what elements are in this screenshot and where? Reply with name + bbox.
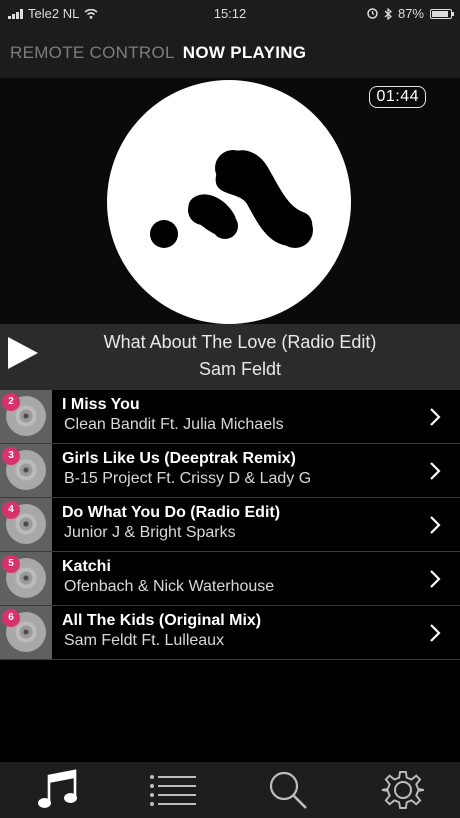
- bottom-tab-bar: [0, 762, 460, 818]
- alarm-icon: [367, 8, 378, 19]
- track-number-badge: 6: [2, 609, 20, 627]
- chevron-right-icon[interactable]: [428, 515, 442, 535]
- status-bar: Tele2 NL 15:12 87%: [0, 0, 460, 28]
- bluetooth-icon: [384, 7, 392, 20]
- list-item[interactable]: 4 Do What You Do (Radio Edit) Junior J &…: [0, 498, 460, 552]
- tab-queue-list[interactable]: [143, 765, 203, 815]
- list-item-artist: Clean Bandit Ft. Julia Michaels: [64, 416, 284, 433]
- list-item-artist: Ofenbach & Nick Waterhouse: [64, 578, 275, 595]
- player-bar: What About The Love (Radio Edit) Sam Fel…: [0, 324, 460, 390]
- chevron-right-icon[interactable]: [428, 569, 442, 589]
- list-item-title: I Miss You: [62, 396, 140, 413]
- tab-settings[interactable]: [373, 765, 433, 815]
- track-number-badge: 2: [2, 393, 20, 411]
- queue-list: 2 I Miss You Clean Bandit Ft. Julia Mich…: [0, 390, 460, 660]
- list-item-artist: B-15 Project Ft. Crissy D & Lady G: [64, 470, 312, 487]
- app-logo-icon: [150, 150, 313, 248]
- gear-icon: [381, 770, 424, 809]
- list-item-artist: Sam Feldt Ft. Lulleaux: [64, 632, 225, 649]
- chevron-right-icon[interactable]: [428, 623, 442, 643]
- list-item[interactable]: 3 Girls Like Us (Deeptrak Remix) B-15 Pr…: [0, 444, 460, 498]
- status-right: 87%: [367, 6, 454, 21]
- album-art-area: 01:44: [0, 78, 460, 324]
- elapsed-timer: 01:44: [369, 86, 426, 108]
- list-item-title: Girls Like Us (Deeptrak Remix): [62, 450, 296, 467]
- track-number-badge: 3: [2, 447, 20, 465]
- track-number-badge: 5: [2, 555, 20, 573]
- search-icon: [269, 771, 307, 809]
- music-note-icon: [37, 769, 77, 808]
- top-tabs: REMOTE CONTROL NOW PLAYING: [0, 28, 460, 78]
- album-art: [107, 80, 351, 324]
- list-item[interactable]: 6 All The Kids (Original Mix) Sam Feldt …: [0, 606, 460, 660]
- chevron-right-icon[interactable]: [428, 407, 442, 427]
- chevron-right-icon[interactable]: [428, 461, 442, 481]
- tab-remote-control[interactable]: REMOTE CONTROL: [10, 43, 175, 63]
- list-item[interactable]: 5 Katchi Ofenbach & Nick Waterhouse: [0, 552, 460, 606]
- battery-icon: [430, 8, 454, 19]
- tab-search[interactable]: [258, 765, 318, 815]
- battery-percent: 87%: [397, 6, 424, 21]
- track-artist: Sam Feldt: [198, 359, 282, 379]
- tab-now-playing[interactable]: NOW PLAYING: [183, 43, 307, 63]
- tab-music[interactable]: [28, 765, 88, 815]
- list-icon: [149, 775, 196, 806]
- list-item-title: All The Kids (Original Mix): [62, 612, 262, 629]
- track-number-badge: 4: [2, 501, 20, 519]
- list-item-artist: Junior J & Bright Sparks: [64, 524, 236, 541]
- list-item-title: Katchi: [62, 558, 111, 575]
- list-item-title: Do What You Do (Radio Edit): [62, 504, 281, 521]
- track-title: What About The Love (Radio Edit): [103, 332, 377, 352]
- list-item[interactable]: 2 I Miss You Clean Bandit Ft. Julia Mich…: [0, 390, 460, 444]
